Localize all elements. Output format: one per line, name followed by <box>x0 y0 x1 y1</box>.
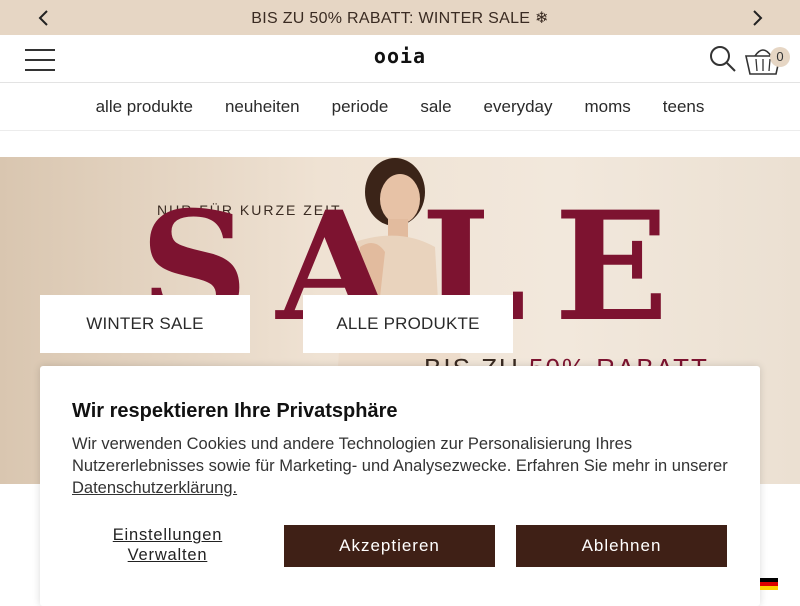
nav-item-sale[interactable]: sale <box>404 97 467 117</box>
cookie-consent-dialog: Wir respektieren Ihre Privatsphäre Wir v… <box>40 366 760 606</box>
accept-button[interactable]: Akzeptieren <box>284 525 495 567</box>
cart-count-badge[interactable]: 0 <box>770 47 790 67</box>
nav-item-teens[interactable]: teens <box>647 97 721 117</box>
search-icon[interactable] <box>709 45 737 73</box>
reject-button[interactable]: Ablehnen <box>516 525 727 567</box>
promo-bar: BIS ZU 50% RABATT: WINTER SALE ❄ <box>0 0 800 35</box>
consent-body: Wir verwenden Cookies und andere Technol… <box>72 433 732 499</box>
all-products-button[interactable]: ALLE PRODUKTE <box>303 295 513 353</box>
german-flag-icon[interactable] <box>760 578 778 590</box>
nav-item-periode[interactable]: periode <box>316 97 405 117</box>
chevron-left-icon[interactable] <box>34 8 54 28</box>
nav-item-everyday[interactable]: everyday <box>468 97 569 117</box>
chevron-right-icon[interactable] <box>747 8 767 28</box>
promo-text[interactable]: BIS ZU 50% RABATT: WINTER SALE ❄ <box>251 8 548 28</box>
logo[interactable]: ooia <box>350 44 450 68</box>
nav-item-neuheiten[interactable]: neuheiten <box>209 97 316 117</box>
winter-sale-button[interactable]: WINTER SALE <box>40 295 250 353</box>
nav-item-moms[interactable]: moms <box>569 97 647 117</box>
main-nav: alle produkte neuheiten periode sale eve… <box>0 84 800 131</box>
manage-settings-link[interactable]: Einstellungen Verwalten <box>100 525 235 565</box>
consent-title: Wir respektieren Ihre Privatsphäre <box>72 400 398 422</box>
hamburger-menu-icon[interactable] <box>25 48 55 72</box>
site-header: ooia 0 <box>0 35 800 83</box>
privacy-policy-link[interactable]: Datenschutzerklärung. <box>72 479 237 497</box>
nav-item-alle-produkte[interactable]: alle produkte <box>80 97 209 117</box>
consent-text: Wir verwenden Cookies und andere Technol… <box>72 435 728 475</box>
